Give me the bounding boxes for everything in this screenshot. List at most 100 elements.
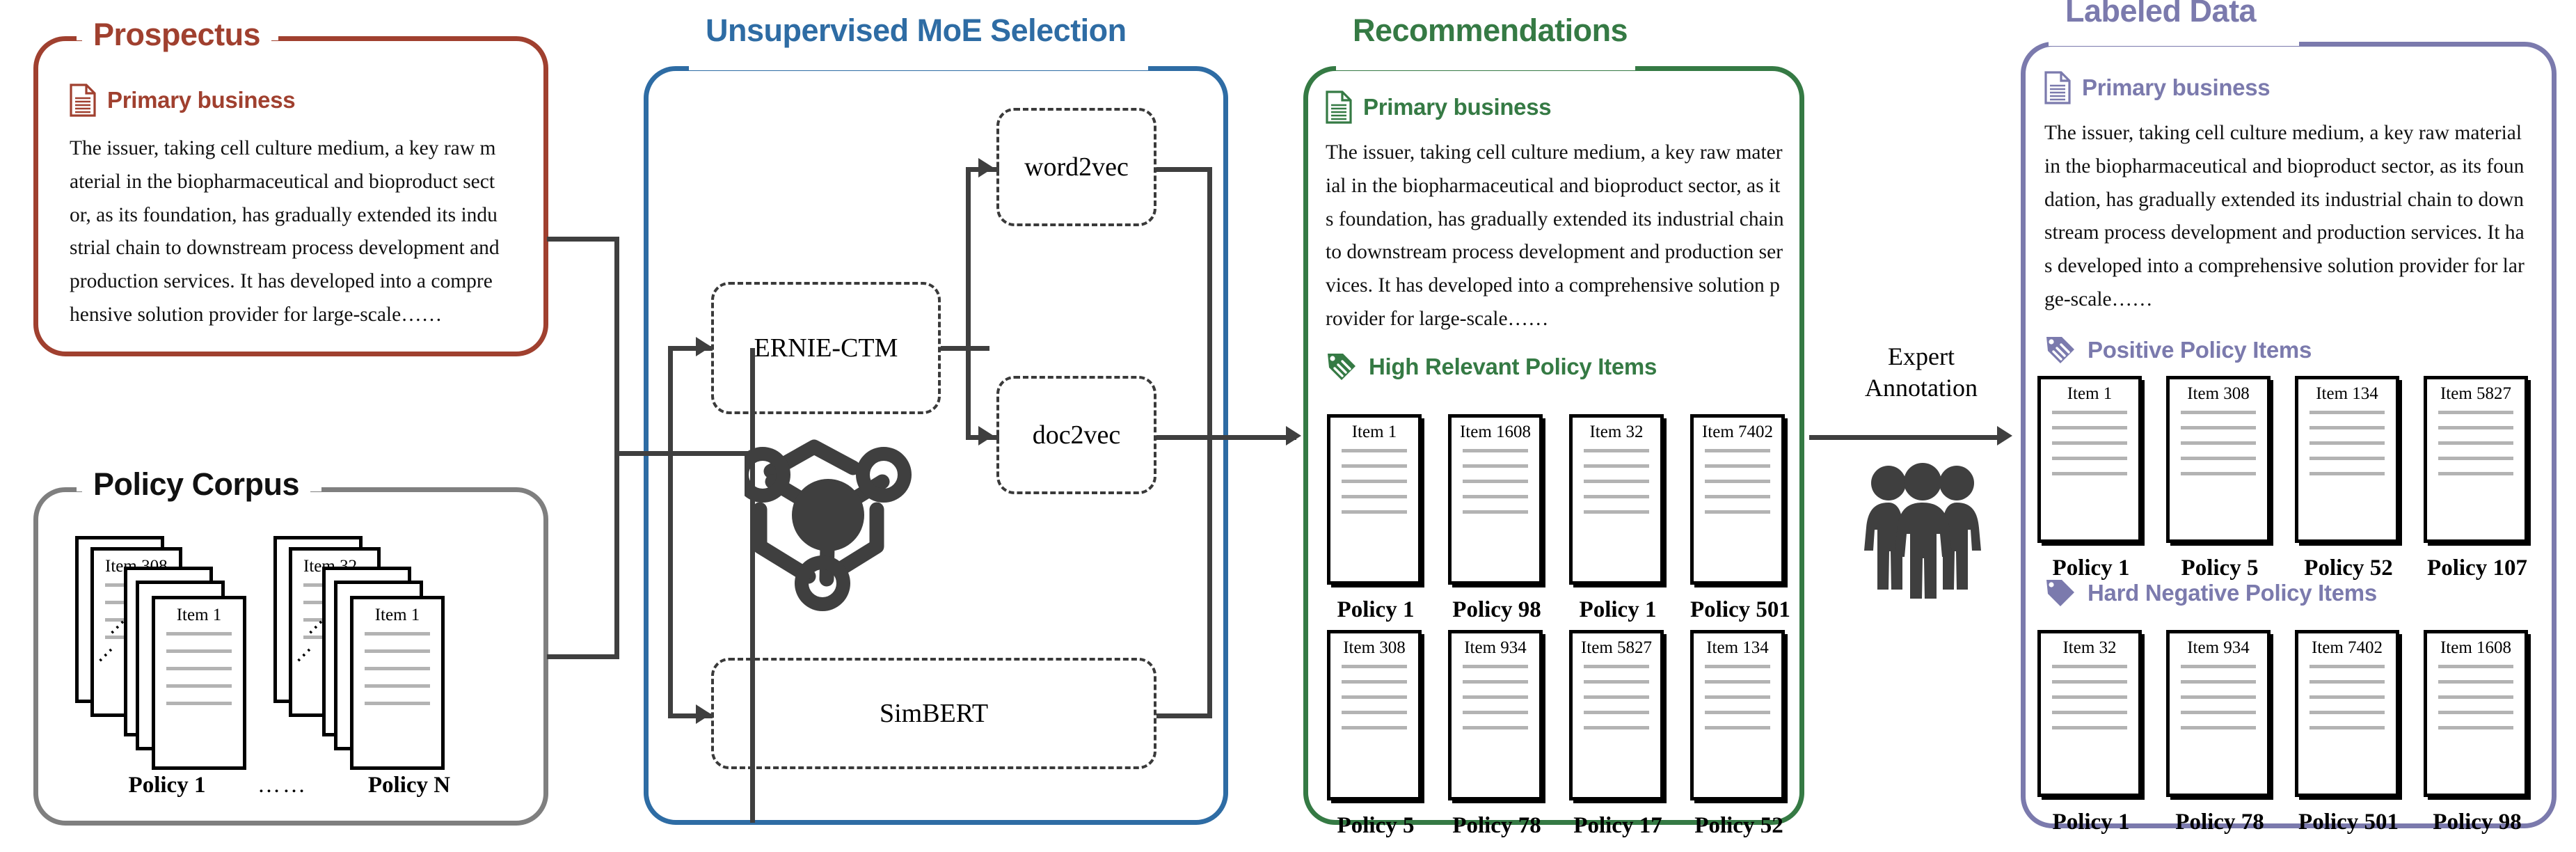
recommendations-body: The issuer, taking cell culture medium, … — [1326, 141, 1784, 330]
card-policy-label: Policy 5 — [1337, 813, 1415, 838]
card-rules — [2298, 404, 2396, 475]
card-rules — [2427, 658, 2525, 729]
card-policy-label: Policy 1 — [1337, 597, 1415, 622]
document-icon — [1326, 90, 1352, 124]
expert-box-ernie-ctm[interactable]: ERNIE-CTM — [711, 282, 941, 414]
connector-merge-bus — [614, 451, 755, 456]
corpus-ellipsis: …… — [257, 773, 308, 798]
card-item-id: Item 5827 — [2440, 384, 2512, 403]
rec-card-cell[interactable]: Item 1 Policy 1 — [1327, 414, 1424, 623]
arrow-to-recommendations — [1286, 426, 1301, 445]
negative-items-label: Hard Negative Policy Items — [2088, 580, 2377, 606]
prospectus-content: Primary business The issuer, taking cell… — [70, 84, 515, 332]
card-rules — [2041, 404, 2138, 475]
rec-card-cell[interactable]: Item 5827 Policy 17 — [1569, 630, 1667, 839]
corpus-item-id-front: Item 1 — [176, 606, 222, 624]
labeled-card-cell[interactable]: Item 5827 Policy 107 — [2424, 376, 2531, 581]
card-policy-label: Policy 78 — [1452, 813, 1541, 838]
labeled-data-title: Labeled Data — [2054, 0, 2268, 33]
rec-card-cell[interactable]: Item 308 Policy 5 — [1327, 630, 1424, 839]
connector-prospectus-down — [614, 237, 619, 454]
card-item-id: Item 308 — [2187, 384, 2250, 403]
rec-card-cell[interactable]: Item 1608 Policy 98 — [1448, 414, 1545, 623]
three-people-icon — [1863, 459, 1982, 600]
card-rules — [1694, 442, 1781, 514]
expert-annotation-text: Expert Annotation — [1834, 341, 2008, 404]
corpus-sheet-front: Item 1 — [152, 596, 246, 770]
card-item-id: Item 934 — [2187, 638, 2250, 657]
expert-box-word2vec[interactable]: word2vec — [996, 108, 1156, 226]
corpus-item-id-front: Item 1 — [374, 606, 420, 624]
moe-title-mask — [689, 62, 1148, 70]
rec-card-cell[interactable]: Item 32 Policy 1 — [1569, 414, 1667, 623]
rec-card-cell[interactable]: Item 134 Policy 52 — [1690, 630, 1788, 839]
card-item-id: Item 308 — [1343, 638, 1406, 657]
card-item-id: Item 7402 — [2311, 638, 2383, 657]
labeled-card-cell[interactable]: Item 1 Policy 1 — [2037, 376, 2145, 581]
labeled-card-cell[interactable]: Item 32 Policy 1 — [2037, 630, 2145, 835]
expert-box-simbert[interactable]: SimBERT — [711, 658, 1156, 769]
positive-items-label: Positive Policy Items — [2088, 336, 2312, 363]
recommendations-content: Primary business The issuer, taking cell… — [1326, 90, 1792, 382]
high-relevant-label: High Relevant Policy Items — [1369, 353, 1657, 379]
corpus-policy-label-1: Policy 1 — [128, 773, 206, 798]
card-item-id: Item 32 — [1589, 423, 1644, 441]
card-item-id: Item 134 — [2316, 384, 2378, 403]
pipeline-diagram: Prospectus Primary business The issuer, … — [0, 0, 2576, 852]
card-rules — [1573, 442, 1660, 514]
moe-title: Unsupervised MoE Selection — [694, 8, 1138, 53]
card-policy-label: Policy 1 — [1579, 597, 1657, 622]
document-icon — [70, 84, 96, 117]
labeled-card-cell[interactable]: Item 7402 Policy 501 — [2295, 630, 2402, 835]
card-item-id: Item 134 — [1706, 638, 1769, 657]
recommendations-title-mask — [1336, 62, 1635, 70]
card-policy-label: Policy 17 — [1573, 813, 1662, 838]
prospectus-section-header: Primary business — [70, 84, 515, 117]
card-rules — [1330, 658, 1418, 729]
labeled-card-cell[interactable]: Item 934 Policy 78 — [2166, 630, 2273, 835]
positive-items-header: Positive Policy Items — [2044, 335, 2538, 365]
arrow-to-ernie — [696, 337, 711, 356]
card-policy-label: Policy 78 — [2175, 810, 2264, 835]
card-rules — [1452, 442, 1539, 514]
labeled-card-cell[interactable]: Item 134 Policy 52 — [2295, 376, 2402, 581]
tag-icon — [2044, 335, 2076, 365]
card-item-id: Item 7402 — [1701, 423, 1774, 441]
labeled-card-cell[interactable]: Item 308 Policy 5 — [2166, 376, 2273, 581]
card-rules — [2170, 404, 2267, 475]
prospectus-body: The issuer, taking cell culture medium, … — [70, 137, 500, 326]
card-item-id: Item 934 — [1464, 638, 1527, 657]
labeled-content: Primary business The issuer, taking cell… — [2044, 71, 2538, 365]
connector-corpus-out — [547, 654, 619, 659]
labeled-body: The issuer, taking cell culture medium, … — [2044, 122, 2525, 310]
rec-card-cell[interactable]: Item 7402 Policy 501 — [1690, 414, 1790, 623]
labeled-card-cell[interactable]: Item 1608 Policy 98 — [2424, 630, 2531, 835]
card-rules — [1573, 658, 1660, 729]
card-item-id: Item 1 — [2067, 384, 2113, 403]
card-rules — [1694, 658, 1781, 729]
negative-items-header: Hard Negative Policy Items — [2044, 578, 2377, 608]
expert-annotation-line1: Expert — [1888, 342, 1955, 370]
connector-ernie-out — [941, 346, 989, 351]
arrow-to-word2vec — [978, 158, 994, 178]
high-relevant-header: High Relevant Policy Items — [1326, 352, 1792, 382]
policy-corpus-title: Policy Corpus — [82, 462, 311, 507]
card-item-id: Item 1608 — [1459, 423, 1532, 441]
card-policy-label: Policy 107 — [2427, 555, 2527, 581]
card-policy-label: Policy 501 — [1690, 597, 1790, 622]
expert-box-doc2vec[interactable]: doc2vec — [996, 376, 1156, 494]
card-policy-label: Policy 98 — [2433, 810, 2522, 835]
rec-card-cell[interactable]: Item 934 Policy 78 — [1448, 630, 1545, 839]
connector-left-bus — [668, 346, 673, 718]
connector-to-labeled — [1809, 435, 2004, 440]
connector-doc2vec-out — [1156, 435, 1212, 440]
card-item-id: Item 32 — [2062, 638, 2117, 657]
connector-prospectus-out — [547, 237, 619, 242]
expert-annotation-line2: Annotation — [1865, 374, 1978, 402]
document-icon — [2044, 71, 2071, 104]
card-item-id: Item 1608 — [2440, 638, 2512, 657]
connector-corpus-up — [614, 451, 619, 657]
card-item-id: Item 1 — [1351, 423, 1397, 441]
prospectus-title: Prospectus — [82, 13, 272, 57]
labeled-section-header: Primary business — [2044, 71, 2538, 104]
